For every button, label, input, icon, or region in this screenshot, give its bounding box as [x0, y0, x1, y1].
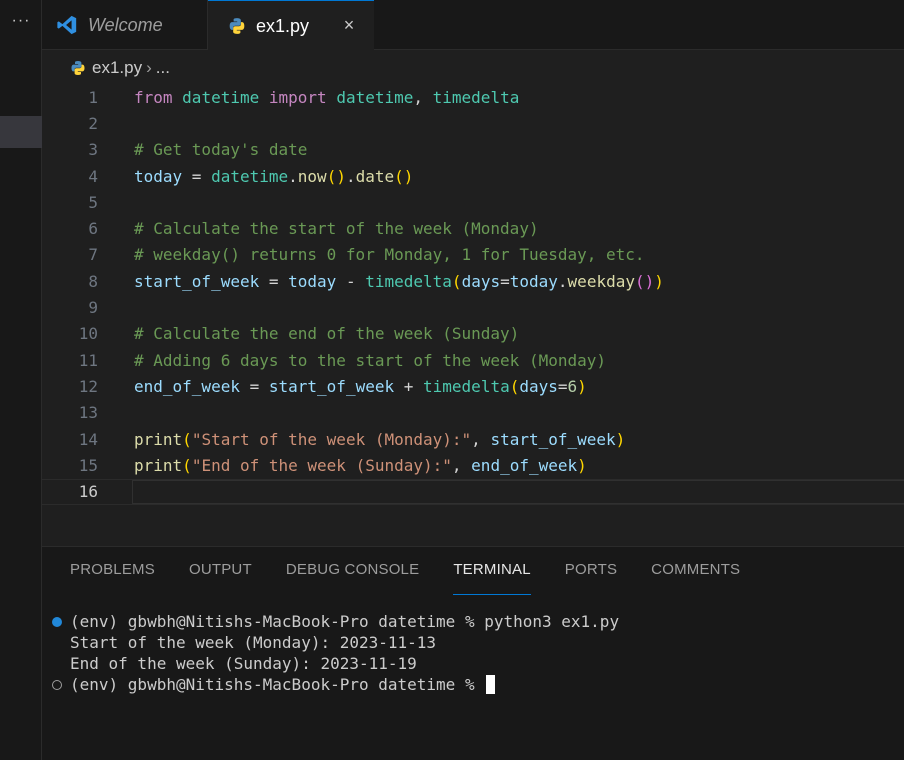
line-number: 10: [78, 324, 98, 344]
line-number: 14: [78, 429, 98, 449]
line-number: 6: [88, 219, 98, 239]
code-line: 5: [42, 189, 904, 215]
sidebar-selected-item[interactable]: [0, 116, 42, 148]
breadcrumb: ex1.py › ...: [70, 56, 170, 80]
tab-label: ex1.py: [256, 15, 310, 36]
line-number: 8: [88, 271, 98, 291]
tab-output[interactable]: OUTPUT: [189, 561, 252, 589]
tab-terminal[interactable]: TERMINAL: [453, 561, 532, 595]
line-number: 4: [88, 166, 98, 186]
code-editor[interactable]: 1 from datetime import datetime, timedel…: [42, 84, 904, 544]
code-line: 6 # Calculate the start of the week (Mon…: [42, 216, 904, 242]
line-number: 3: [88, 140, 98, 160]
terminal-line: Start of the week (Monday): 2023-11-13: [70, 633, 437, 652]
tab-comments[interactable]: COMMENTS: [651, 561, 740, 589]
bottom-panel: PROBLEMS OUTPUT DEBUG CONSOLE TERMINAL P…: [42, 546, 904, 760]
line-number: 13: [78, 403, 98, 423]
code-line: 12 end_of_week = start_of_week + timedel…: [42, 373, 904, 399]
line-number: 9: [88, 298, 98, 318]
terminal-line: End of the week (Sunday): 2023-11-19: [70, 654, 417, 673]
more-actions-icon[interactable]: ···: [0, 12, 42, 30]
terminal-cursor: [486, 675, 496, 694]
breadcrumb-more[interactable]: ...: [156, 58, 170, 78]
line-number: 2: [88, 113, 98, 133]
code-line: 3 # Get today's date: [42, 137, 904, 163]
code-line: 4 today = datetime.now().date(): [42, 163, 904, 189]
editor-tab-bar: Welcome ex1.py ×: [42, 0, 904, 51]
code-line: 10 # Calculate the end of the week (Sund…: [42, 321, 904, 347]
code-line: 14 print("Start of the week (Monday):", …: [42, 426, 904, 452]
close-icon[interactable]: ×: [338, 14, 360, 36]
breadcrumb-file[interactable]: ex1.py: [92, 58, 142, 78]
code-line: 1 from datetime import datetime, timedel…: [42, 84, 904, 110]
tab-label: Welcome: [88, 14, 163, 35]
python-file-icon: [71, 61, 85, 75]
tab-debug-console[interactable]: DEBUG CONSOLE: [286, 561, 419, 589]
vscode-logo-icon: [57, 15, 77, 35]
line-number: 12: [78, 376, 98, 396]
tab-welcome[interactable]: Welcome: [42, 0, 208, 50]
code-line: 13: [42, 400, 904, 426]
line-number: 11: [78, 350, 98, 370]
command-success-icon[interactable]: [52, 616, 70, 627]
line-number: 5: [88, 192, 98, 212]
tab-ex1-py[interactable]: ex1.py ×: [208, 0, 374, 51]
code-line: 11 # Adding 6 days to the start of the w…: [42, 347, 904, 373]
line-number: 1: [88, 87, 98, 107]
line-number: 15: [78, 455, 98, 475]
line-number: 7: [88, 245, 98, 265]
tab-problems[interactable]: PROBLEMS: [70, 561, 155, 589]
python-file-icon: [229, 18, 245, 34]
code-line: 8 start_of_week = today - timedelta(days…: [42, 268, 904, 294]
command-pending-icon: [52, 679, 70, 690]
code-line: 2: [42, 110, 904, 136]
current-code-line[interactable]: 16: [42, 478, 904, 505]
terminal-line: (env) gbwbh@Nitishs-MacBook-Pro datetime…: [52, 611, 619, 632]
code-line: 9: [42, 294, 904, 320]
tab-ports[interactable]: PORTS: [565, 561, 617, 589]
breadcrumb-separator: ›: [146, 58, 152, 77]
code-line: 15 print("End of the week (Sunday):", en…: [42, 452, 904, 478]
code-line: 7 # weekday() returns 0 for Monday, 1 fo…: [42, 242, 904, 268]
line-number: 16: [78, 482, 98, 502]
terminal[interactable]: (env) gbwbh@Nitishs-MacBook-Pro datetime…: [52, 611, 619, 695]
panel-tabs: PROBLEMS OUTPUT DEBUG CONSOLE TERMINAL P…: [70, 561, 774, 595]
terminal-prompt[interactable]: (env) gbwbh@Nitishs-MacBook-Pro datetime…: [52, 674, 619, 695]
left-sidebar: ···: [0, 0, 42, 760]
